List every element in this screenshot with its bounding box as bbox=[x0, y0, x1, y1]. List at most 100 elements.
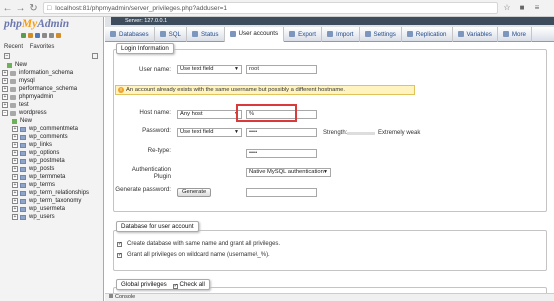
tree-item[interactable]: New bbox=[2, 117, 89, 125]
tree-item[interactable]: + wp_options bbox=[2, 149, 89, 157]
menu-icon[interactable]: ≡ bbox=[531, 2, 543, 14]
tree-item[interactable]: + wp_comments bbox=[2, 133, 89, 141]
tab-icon bbox=[457, 31, 464, 37]
expand-icon[interactable]: + bbox=[12, 214, 18, 220]
tree-item[interactable]: + test bbox=[2, 101, 89, 109]
tab-icon bbox=[289, 31, 296, 37]
expand-icon[interactable]: + bbox=[12, 134, 18, 140]
tree-item-label: wp_users bbox=[29, 214, 55, 220]
star-icon[interactable]: ☆ bbox=[501, 2, 513, 14]
console-bar[interactable]: Console bbox=[105, 293, 554, 301]
create-database-checkbox[interactable]: ✓ bbox=[117, 242, 122, 247]
expand-icon[interactable]: + bbox=[2, 78, 8, 84]
tab-favorites[interactable]: Favorites bbox=[30, 44, 55, 50]
hostname-type-select[interactable]: Any host ▼ bbox=[177, 110, 242, 119]
hostname-type-value: Any host bbox=[180, 111, 203, 117]
tab-user-accounts[interactable]: User accounts bbox=[224, 26, 285, 42]
username-label: User name: bbox=[139, 66, 171, 73]
expand-icon[interactable]: + bbox=[12, 158, 18, 164]
retype-password-input[interactable]: •••• bbox=[246, 149, 317, 158]
grant-wildcard-checkbox[interactable]: ✓ bbox=[117, 253, 122, 258]
expand-icon[interactable]: + bbox=[2, 102, 8, 108]
collapse-all-icon[interactable]: − bbox=[4, 53, 10, 59]
expand-icon[interactable]: + bbox=[12, 150, 18, 156]
home-icon[interactable] bbox=[21, 33, 26, 38]
expand-icon[interactable]: + bbox=[2, 70, 8, 76]
tree-item[interactable]: + wp_posts bbox=[2, 165, 89, 173]
expand-icon[interactable]: + bbox=[2, 94, 8, 100]
tree-item[interactable]: + wp_terms bbox=[2, 181, 89, 189]
generate-password-label: Generate password: bbox=[115, 186, 171, 193]
database-icon bbox=[10, 102, 16, 108]
auth-label-line1: Authentication bbox=[131, 166, 171, 173]
password-input[interactable]: •••• bbox=[246, 128, 317, 137]
tab-icon bbox=[502, 31, 509, 37]
expand-icon[interactable]: + bbox=[12, 174, 18, 180]
server-breadcrumb[interactable]: Server: 127.0.0.1 bbox=[111, 17, 554, 25]
tab-label: SQL bbox=[168, 30, 181, 38]
tab-label: Variables bbox=[466, 30, 492, 38]
tab-replication[interactable]: Replication bbox=[402, 26, 453, 42]
expand-icon[interactable]: + bbox=[12, 206, 18, 212]
docs-icon[interactable] bbox=[35, 33, 40, 38]
link-icon[interactable] bbox=[92, 53, 98, 59]
username-type-value: Use text field bbox=[180, 66, 214, 72]
tab-recent[interactable]: Recent bbox=[4, 44, 23, 50]
tab-status[interactable]: Status bbox=[187, 26, 225, 42]
tree-item[interactable]: + wp_usermeta bbox=[2, 205, 89, 213]
username-input[interactable]: root bbox=[246, 65, 317, 74]
collapse-icon[interactable]: − bbox=[2, 110, 8, 116]
tab-variables[interactable]: Variables bbox=[453, 26, 498, 42]
tree-item[interactable]: + wp_term_taxonomy bbox=[2, 197, 89, 205]
table-icon bbox=[20, 214, 26, 220]
expand-icon[interactable]: + bbox=[12, 198, 18, 204]
reload-icon[interactable]: ↻ bbox=[28, 2, 39, 15]
forward-icon[interactable]: → bbox=[15, 2, 26, 15]
logout-icon[interactable] bbox=[28, 33, 33, 38]
generated-password-input[interactable] bbox=[246, 188, 317, 197]
tab-more[interactable]: More bbox=[498, 26, 532, 42]
tab-sql[interactable]: SQL bbox=[155, 26, 187, 42]
tree-item[interactable]: + wp_term_relationships bbox=[2, 189, 89, 197]
tree-item[interactable]: + wp_links bbox=[2, 141, 89, 149]
expand-icon[interactable]: + bbox=[12, 166, 18, 172]
tree-item[interactable]: + wp_postmeta bbox=[2, 157, 89, 165]
tab-import[interactable]: Import bbox=[322, 26, 360, 42]
reload-nav-icon[interactable] bbox=[56, 33, 61, 38]
tree-item[interactable]: + information_schema bbox=[2, 69, 89, 77]
tree-item[interactable]: + phpmyadmin bbox=[2, 93, 89, 101]
password-type-select[interactable]: Use text field ▼ bbox=[177, 128, 242, 137]
tree-item[interactable]: + wp_users bbox=[2, 213, 89, 221]
tree-item[interactable]: New bbox=[2, 61, 89, 69]
tree-item-label: mysql bbox=[19, 78, 35, 84]
phpmyadmin-logo[interactable]: phpMyAdmin bbox=[4, 18, 69, 30]
expand-icon[interactable]: + bbox=[12, 142, 18, 148]
generate-button[interactable]: Generate bbox=[177, 188, 212, 197]
username-type-select[interactable]: Use text field ▼ bbox=[177, 65, 242, 74]
expand-icon[interactable]: + bbox=[12, 182, 18, 188]
sql-docs-icon[interactable] bbox=[42, 33, 47, 38]
extension-icon[interactable]: ■ bbox=[516, 2, 528, 14]
tree-item[interactable]: + wp_termmeta bbox=[2, 173, 89, 181]
expand-icon[interactable]: + bbox=[12, 126, 18, 132]
expand-icon[interactable]: + bbox=[2, 86, 8, 92]
tree-item-label: New bbox=[20, 118, 33, 124]
global-privileges-title: Global privileges bbox=[121, 281, 167, 288]
tree-item-label: wp_posts bbox=[29, 166, 55, 172]
tab-export[interactable]: Export bbox=[284, 26, 322, 42]
check-all-checkbox[interactable]: ✓ bbox=[172, 284, 178, 289]
back-icon[interactable]: ← bbox=[2, 2, 13, 15]
tree-item[interactable]: − wordpress bbox=[2, 109, 89, 117]
tree-item-label: wp_term_taxonomy bbox=[29, 198, 82, 204]
expand-icon[interactable]: + bbox=[12, 190, 18, 196]
tree-item[interactable]: + wp_commentmeta bbox=[2, 125, 89, 133]
new-icon bbox=[12, 118, 17, 124]
settings-icon[interactable] bbox=[49, 33, 54, 38]
tab-databases[interactable]: Databases bbox=[105, 26, 155, 42]
tree-item[interactable]: + mysql bbox=[2, 77, 89, 85]
tab-settings[interactable]: Settings bbox=[360, 26, 402, 42]
auth-plugin-select[interactable]: Native MySQL authentication ▼ bbox=[246, 168, 331, 177]
database-icon bbox=[10, 94, 16, 100]
address-bar[interactable]: □ localhost:81/phpmyadmin/server_privile… bbox=[43, 2, 498, 14]
tree-item[interactable]: + performance_schema bbox=[2, 85, 89, 93]
